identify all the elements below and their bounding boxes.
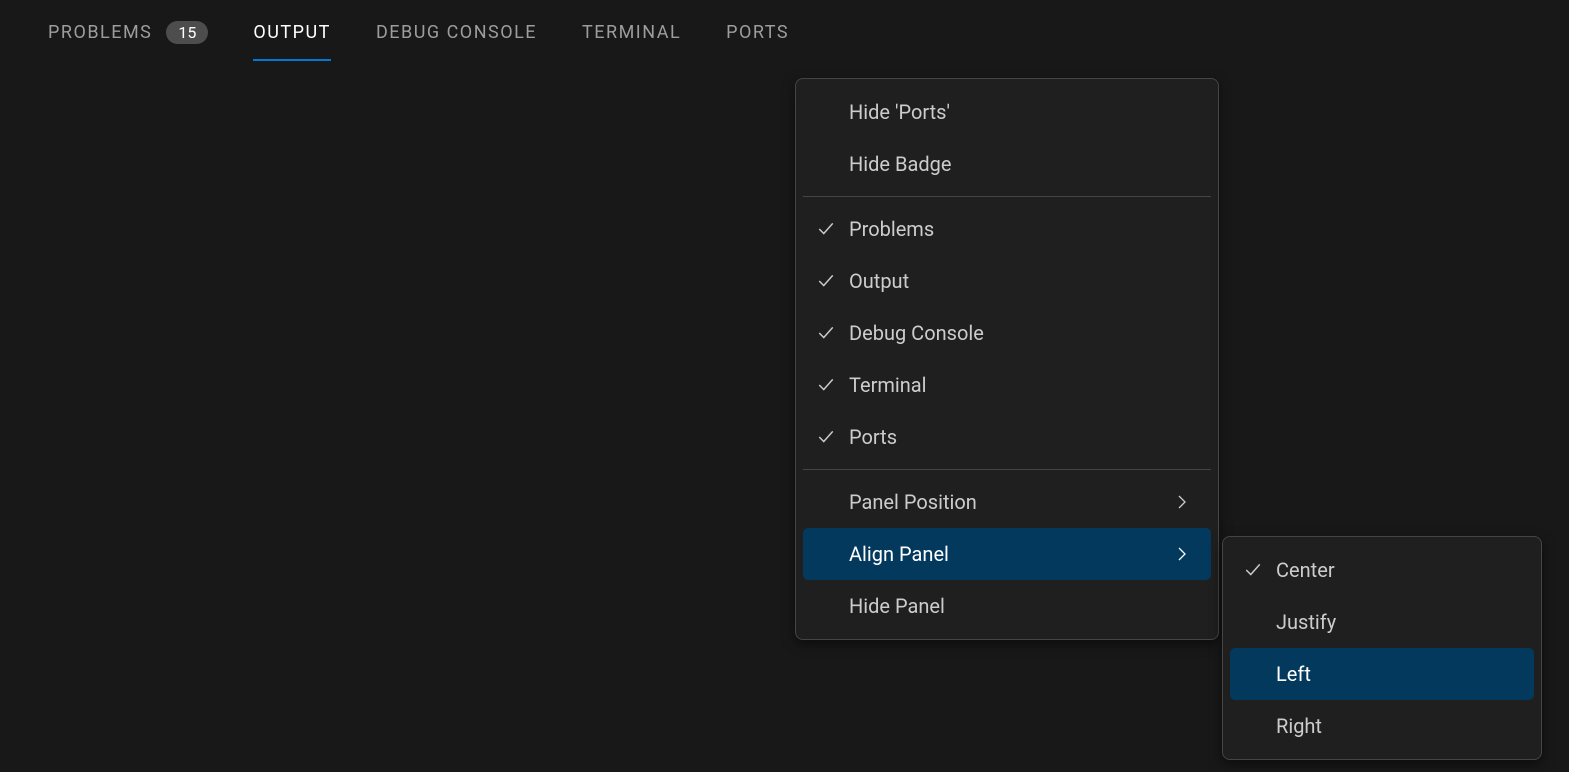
menu-panel-position[interactable]: Panel Position	[803, 476, 1211, 528]
menu-toggle-output-label: Output	[849, 269, 909, 293]
check-icon	[815, 322, 837, 344]
menu-separator	[803, 469, 1211, 470]
check-icon	[815, 218, 837, 240]
tab-output[interactable]: OUTPUT	[253, 0, 331, 65]
chevron-right-icon	[1171, 491, 1193, 513]
tab-output-label: OUTPUT	[253, 22, 331, 43]
tab-debug-console-label: DEBUG CONSOLE	[376, 22, 537, 43]
tab-ports[interactable]: PORTS	[726, 0, 789, 65]
panel-tab-bar: PROBLEMS 15 OUTPUT DEBUG CONSOLE TERMINA…	[0, 0, 1569, 65]
tab-debug-console[interactable]: DEBUG CONSOLE	[376, 0, 537, 65]
menu-toggle-terminal[interactable]: Terminal	[803, 359, 1211, 411]
menu-hide-panel[interactable]: Hide Panel	[803, 580, 1211, 632]
submenu-left[interactable]: Left	[1230, 648, 1534, 700]
menu-toggle-problems[interactable]: Problems	[803, 203, 1211, 255]
menu-toggle-problems-label: Problems	[849, 217, 934, 241]
menu-toggle-ports-label: Ports	[849, 425, 897, 449]
check-icon	[815, 426, 837, 448]
check-icon	[815, 270, 837, 292]
tab-terminal-label: TERMINAL	[582, 22, 681, 43]
menu-hide-badge-label: Hide Badge	[849, 152, 951, 176]
menu-toggle-output[interactable]: Output	[803, 255, 1211, 307]
submenu-justify-label: Justify	[1276, 610, 1336, 634]
menu-hide-ports[interactable]: Hide 'Ports'	[803, 86, 1211, 138]
problems-count-badge: 15	[166, 21, 208, 44]
menu-hide-badge[interactable]: Hide Badge	[803, 138, 1211, 190]
menu-hide-panel-label: Hide Panel	[849, 594, 945, 618]
menu-hide-ports-label: Hide 'Ports'	[849, 100, 950, 124]
check-icon	[815, 374, 837, 396]
submenu-center-label: Center	[1276, 558, 1335, 582]
submenu-right[interactable]: Right	[1230, 700, 1534, 752]
menu-panel-position-label: Panel Position	[849, 490, 977, 514]
tab-terminal[interactable]: TERMINAL	[582, 0, 681, 65]
menu-separator	[803, 196, 1211, 197]
tab-problems[interactable]: PROBLEMS 15	[48, 0, 208, 65]
chevron-right-icon	[1171, 543, 1193, 565]
panel-context-menu: Hide 'Ports' Hide Badge Problems Output …	[795, 78, 1219, 640]
menu-align-panel-label: Align Panel	[849, 542, 949, 566]
submenu-justify[interactable]: Justify	[1230, 596, 1534, 648]
menu-toggle-ports[interactable]: Ports	[803, 411, 1211, 463]
submenu-left-label: Left	[1276, 662, 1311, 686]
menu-toggle-debug-console-label: Debug Console	[849, 321, 984, 345]
submenu-right-label: Right	[1276, 714, 1322, 738]
menu-align-panel[interactable]: Align Panel	[803, 528, 1211, 580]
tab-problems-label: PROBLEMS	[48, 22, 152, 43]
submenu-center[interactable]: Center	[1230, 544, 1534, 596]
check-icon	[1242, 559, 1264, 581]
menu-toggle-terminal-label: Terminal	[849, 373, 927, 397]
menu-toggle-debug-console[interactable]: Debug Console	[803, 307, 1211, 359]
align-panel-submenu: Center Justify Left Right	[1222, 536, 1542, 760]
tab-ports-label: PORTS	[726, 22, 789, 43]
